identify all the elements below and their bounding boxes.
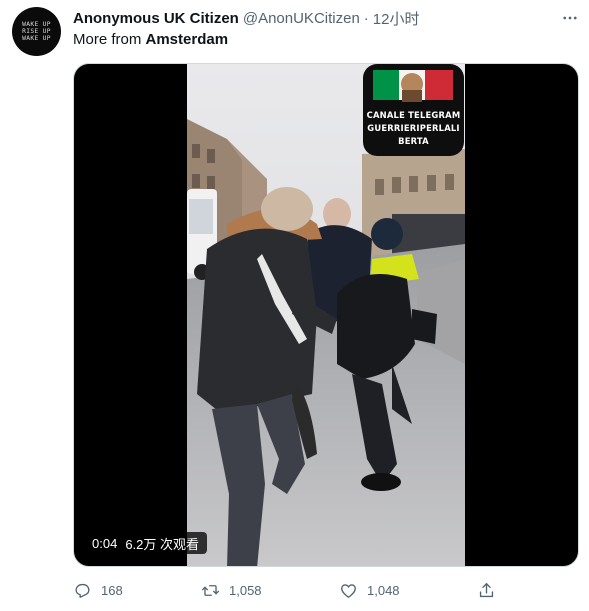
watermark-line: CANALE TELEGRAM: [366, 110, 461, 120]
reply-button[interactable]: 168: [73, 578, 123, 602]
avatar[interactable]: WAKE UP RISE UP WAKE UP: [12, 7, 61, 56]
watermark-line: BERTA: [398, 136, 429, 146]
avatar-line: RISE UP: [22, 28, 51, 35]
more-dots-icon: [563, 16, 577, 20]
avatar-slogan: WAKE UP RISE UP WAKE UP: [22, 21, 51, 42]
retweet-icon: [201, 584, 220, 596]
tweet-header: Anonymous UK Citizen @AnonUKCitizen · 12…: [73, 8, 419, 28]
heart-icon: [341, 583, 356, 598]
action-bar: 168 1,058 1,048: [73, 578, 579, 602]
watermark-text: CANALE TELEGRAM GUERRIERIPERLALI BERTA: [363, 109, 464, 148]
context-location[interactable]: Amsterdam: [146, 31, 229, 48]
separator-dot: ·: [363, 9, 369, 27]
watermark-line: GUERRIERIPERLALI: [367, 123, 460, 133]
author-handle[interactable]: @AnonUKCitizen: [243, 10, 360, 27]
tweet-card[interactable]: WAKE UP RISE UP WAKE UP Anonymous UK Cit…: [0, 0, 589, 611]
avatar-line: WAKE UP: [22, 21, 51, 28]
reply-bubble-icon: [75, 583, 90, 598]
reply-count: 168: [101, 582, 123, 598]
share-icon: [479, 582, 494, 597]
share-button[interactable]: [477, 578, 505, 602]
author-display-name[interactable]: Anonymous UK Citizen: [73, 10, 239, 27]
retweet-button[interactable]: 1,058: [201, 578, 262, 602]
video-duration: 0:04: [92, 535, 118, 551]
video-frame: CANALE TELEGRAM GUERRIERIPERLALI BERTA: [187, 64, 465, 566]
video-views: 6.2万 次观看: [125, 536, 199, 552]
context-prefix: More from: [73, 31, 146, 48]
like-count: 1,048: [367, 582, 400, 598]
watermark: CANALE TELEGRAM GUERRIERIPERLALI BERTA: [363, 64, 464, 156]
avatar-line: WAKE UP: [22, 35, 51, 42]
more-button[interactable]: [558, 8, 582, 28]
retweet-count: 1,058: [229, 582, 262, 598]
tweet-context: More from Amsterdam: [73, 31, 228, 48]
like-button[interactable]: 1,048: [339, 578, 400, 602]
video-player[interactable]: CANALE TELEGRAM GUERRIERIPERLALI BERTA 0…: [73, 63, 579, 567]
video-info-badge: 0:04 6.2万 次观看: [84, 532, 207, 554]
tweet-timestamp[interactable]: 12小时: [373, 8, 420, 29]
